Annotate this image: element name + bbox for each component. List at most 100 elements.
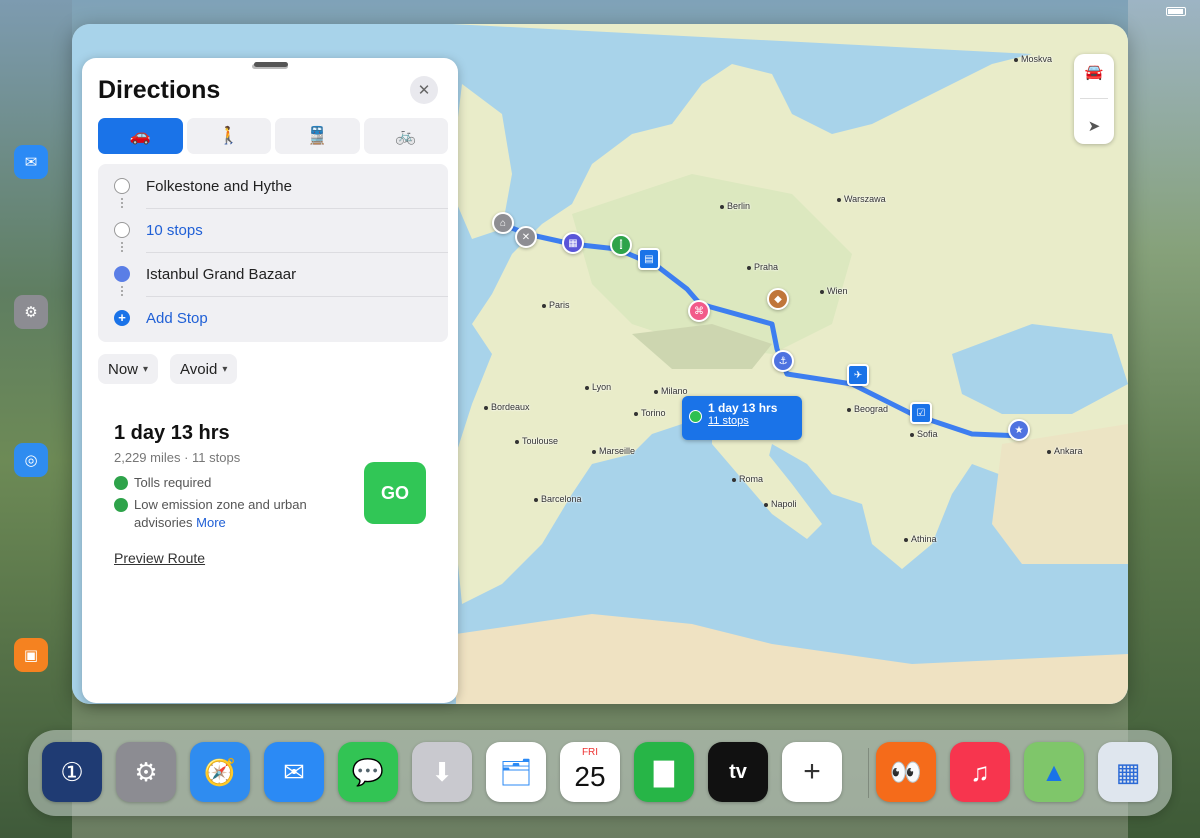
- controls-divider: [1080, 98, 1108, 100]
- avoid-button[interactable]: Avoid ▾: [170, 354, 238, 384]
- apple-tv-icon[interactable]: tv: [708, 742, 768, 802]
- city-label: Marseille: [592, 446, 635, 456]
- app-glyph: ▲: [1041, 756, 1067, 787]
- stop-connector: [121, 242, 123, 252]
- dock: ① ⚙ 🧭 ✉ 💬 ⬇ 🗂 FRI 25 ▇ tv + 👀 ♫ ▲ ▦: [28, 730, 1172, 816]
- stop-label: Add Stop: [146, 309, 208, 327]
- mail-icon[interactable]: ✉: [264, 742, 324, 802]
- route-filters: Now ▾ Avoid ▾: [98, 354, 238, 384]
- app-glyph: +: [803, 755, 821, 788]
- car-icon[interactable]: 🚘: [1085, 63, 1104, 81]
- route-callout-subtitle: 11 stops: [708, 415, 749, 427]
- app-glyph: 👀: [889, 756, 923, 787]
- destination-marker[interactable]: ★: [1008, 419, 1030, 441]
- route-note: Low emission zone and urban advisories M…: [114, 496, 344, 532]
- city-label: Milano: [654, 386, 688, 396]
- route-badge-icon: [689, 410, 702, 423]
- stop-connector: [121, 198, 123, 208]
- map-controls: 🚘 ➤: [1074, 54, 1114, 144]
- route-note: Tolls required: [114, 474, 344, 492]
- stop-marker[interactable]: ▤: [638, 248, 660, 270]
- dock-separator: [868, 748, 869, 798]
- calendar-day: FRI: [581, 747, 599, 758]
- close-button[interactable]: ✕: [410, 76, 438, 104]
- route-card[interactable]: 1 day 13 hrs 2,229 miles · 11 stops Toll…: [98, 408, 448, 578]
- add-icon[interactable]: +: [782, 742, 842, 802]
- route-duration: 1 day 13 hrs: [114, 422, 230, 444]
- transport-modes: 🚗 🚶 🚆 🚲: [98, 118, 448, 154]
- stop-destination[interactable]: Istanbul Grand Bazaar: [98, 252, 448, 296]
- stop-marker[interactable]: ⫿: [610, 234, 632, 256]
- settings-icon[interactable]: ⚙: [116, 742, 176, 802]
- more-link[interactable]: More: [196, 515, 226, 530]
- city-label: Praha: [747, 262, 778, 272]
- city-label: Lyon: [585, 382, 611, 392]
- stop-marker[interactable]: ⚓: [772, 350, 794, 372]
- city-label: Ankara: [1047, 446, 1083, 456]
- go-button[interactable]: GO: [364, 462, 426, 524]
- mode-drive[interactable]: 🚗: [98, 118, 183, 154]
- city-label: Paris: [542, 300, 570, 310]
- stop-marker[interactable]: ✈: [847, 364, 869, 386]
- calendar-date: 25: [574, 761, 606, 792]
- mode-transit[interactable]: 🚆: [275, 118, 360, 154]
- mode-cycle[interactable]: 🚲: [363, 118, 448, 154]
- route-stops: Folkestone and Hythe 10 stops Istanbul G…: [98, 164, 448, 342]
- app-icon[interactable]: ▣: [14, 638, 48, 672]
- safari-icon[interactable]: 🧭: [190, 742, 250, 802]
- city-label: Bordeaux: [484, 402, 530, 412]
- maps-icon[interactable]: ▲: [1024, 742, 1084, 802]
- stop-marker[interactable]: ◆: [767, 288, 789, 310]
- stop-label: 10 stops: [146, 221, 203, 239]
- stop-marker[interactable]: ⌘: [688, 300, 710, 322]
- origin-marker[interactable]: ⌂: [492, 212, 514, 234]
- chevron-down-icon: ▾: [222, 363, 228, 375]
- messages-icon[interactable]: 💬: [338, 742, 398, 802]
- wallpaper-left: [0, 0, 72, 838]
- train-icon: 🚆: [306, 126, 328, 145]
- route-summary: 2,229 miles · 11 stops: [114, 450, 241, 465]
- settings-icon[interactable]: ⚙: [14, 295, 48, 329]
- files-icon[interactable]: 🗂: [486, 742, 546, 802]
- plus-icon: +: [114, 310, 130, 326]
- route-callout[interactable]: 1 day 13 hrs 11 stops: [682, 396, 802, 440]
- city-label: Athina: [904, 534, 937, 544]
- calendar-icon[interactable]: FRI 25: [560, 742, 620, 802]
- numbers-icon[interactable]: ▇: [634, 742, 694, 802]
- stop-label: Istanbul Grand Bazaar: [146, 265, 297, 283]
- filter-label: Now: [108, 360, 139, 378]
- recent-app-icon[interactable]: 👀: [876, 742, 936, 802]
- screenshot-icon[interactable]: ⬇: [412, 742, 472, 802]
- music-icon[interactable]: ♫: [950, 742, 1010, 802]
- stop-marker[interactable]: ✕: [515, 226, 537, 248]
- mail-icon[interactable]: ✉: [14, 145, 48, 179]
- app-glyph: 💬: [351, 756, 385, 787]
- departure-time-button[interactable]: Now ▾: [98, 354, 159, 384]
- app-glyph: ①: [60, 756, 84, 787]
- location-arrow-icon[interactable]: ➤: [1088, 117, 1101, 135]
- app-glyph: ⚙: [134, 756, 158, 787]
- app-folder-icon[interactable]: ▦: [1098, 742, 1158, 802]
- stop-summary[interactable]: 10 stops: [98, 208, 448, 252]
- stop-marker[interactable]: ☑: [910, 402, 932, 424]
- close-icon: ✕: [417, 82, 431, 99]
- city-label: Beograd: [847, 404, 888, 414]
- app-glyph: 🗂: [499, 756, 533, 787]
- stop-origin[interactable]: Folkestone and Hythe: [98, 164, 448, 208]
- add-stop-button[interactable]: + Add Stop: [98, 296, 448, 340]
- window-grabber[interactable]: [254, 62, 288, 67]
- mode-walk[interactable]: 🚶: [186, 118, 271, 154]
- preview-route-link[interactable]: Preview Route: [114, 550, 205, 566]
- app-glyph: ♫: [970, 756, 990, 787]
- app-glyph: ✉: [283, 756, 305, 787]
- city-label: Torino: [634, 408, 666, 418]
- city-label: Barcelona: [534, 494, 582, 504]
- 1password-icon[interactable]: ①: [42, 742, 102, 802]
- battery-icon: [1166, 6, 1186, 16]
- city-label: Berlin: [720, 201, 750, 211]
- city-label: Warszawa: [837, 194, 886, 204]
- safari-icon[interactable]: ◎: [14, 443, 48, 477]
- stop-marker[interactable]: ▦: [562, 232, 584, 254]
- app-glyph: ⬇: [431, 756, 453, 787]
- advisory-icon: [114, 498, 128, 512]
